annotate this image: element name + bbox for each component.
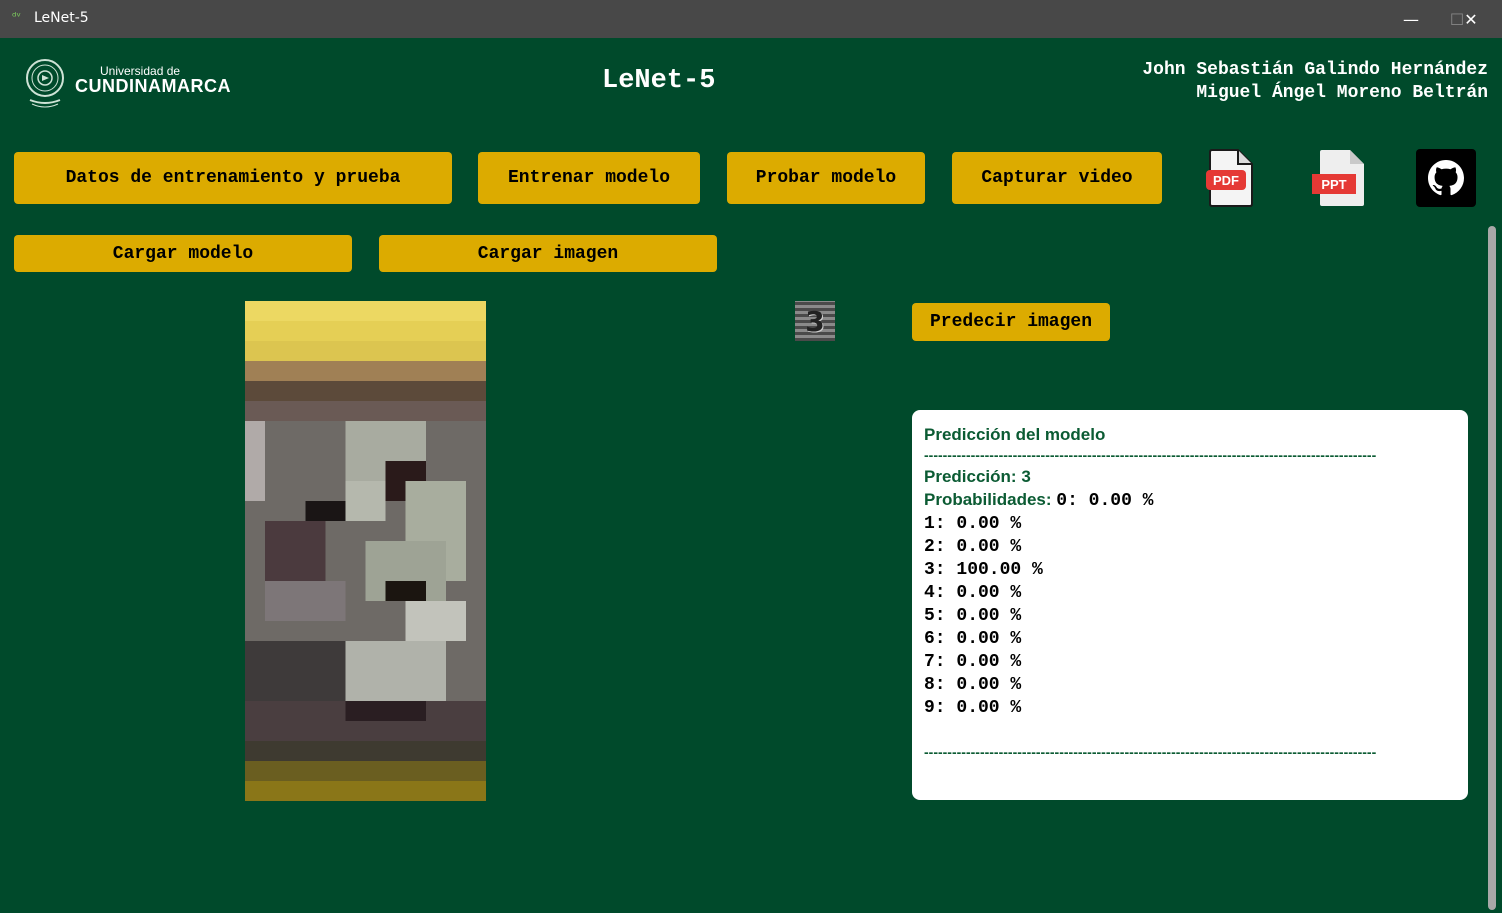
author-2: Miguel Ángel Moreno Beltrán — [1196, 83, 1488, 103]
ppt-icon-text: PPT — [1321, 177, 1346, 192]
close-button[interactable]: ✕ — [1448, 0, 1494, 38]
minimize-button[interactable]: — — [1388, 0, 1434, 38]
vertical-scrollbar[interactable] — [1488, 226, 1496, 910]
author-1: John Sebastián Galindo Hernández — [1142, 60, 1488, 80]
ppt-link[interactable]: PPT — [1310, 148, 1366, 208]
entrenar-modelo-button[interactable]: Entrenar modelo — [478, 152, 700, 204]
github-link[interactable] — [1416, 149, 1476, 207]
probabilities-line: Probabilidades: 0: 0.00 % — [924, 488, 1456, 513]
probabilities-label: Probabilidades: — [924, 490, 1052, 509]
probar-modelo-button[interactable]: Probar modelo — [727, 152, 925, 204]
probability-7: 7: 0.00 % — [924, 652, 1022, 672]
logo-cundinamarca: CUNDINAMARCA — [75, 76, 231, 96]
prediction-line: Predicción: 3 — [924, 465, 1456, 488]
window-titlebar: ᵈᵛ LeNet-5 — ☐ ✕ — [0, 0, 1502, 38]
prediction-panel-title: Predicción del modelo — [924, 425, 1106, 444]
prediction-label: Predicción: — [924, 467, 1017, 486]
probability-1: 1: 0.00 % — [924, 514, 1022, 534]
page-title: LeNet-5 — [602, 66, 716, 96]
authors: John Sebastián Galindo Hernández Miguel … — [1142, 59, 1488, 105]
probability-5: 5: 0.00 % — [924, 606, 1022, 626]
pdf-file-icon: PDF — [1206, 149, 1253, 207]
pdf-link[interactable]: PDF — [1206, 148, 1256, 208]
probability-6: 6: 0.00 % — [924, 629, 1022, 649]
minimize-icon: — — [1403, 9, 1419, 29]
thumbnail-digit: 3 — [805, 304, 825, 338]
university-seal-icon — [26, 59, 64, 108]
probability-9: 9: 0.00 % — [924, 698, 1022, 718]
loaded-image — [245, 301, 486, 801]
prediction-panel: Predicción del modelo ------------------… — [912, 410, 1468, 800]
window-title: LeNet-5 — [34, 10, 89, 26]
ppt-file-icon: PPT — [1312, 150, 1364, 206]
probability-8: 8: 0.00 % — [924, 675, 1022, 695]
cargar-imagen-button[interactable]: Cargar imagen — [379, 235, 717, 272]
pdf-icon-text: PDF — [1213, 173, 1239, 188]
processed-thumbnail: 3 — [795, 301, 835, 341]
github-icon — [1428, 160, 1464, 196]
probability-2: 2: 0.00 % — [924, 537, 1022, 557]
prediction-value: 3 — [1021, 467, 1031, 486]
probability-0: 0: 0.00 % — [1056, 491, 1154, 511]
close-icon: ✕ — [1464, 9, 1478, 29]
cargar-modelo-button[interactable]: Cargar modelo — [14, 235, 352, 272]
probability-4: 4: 0.00 % — [924, 583, 1022, 603]
datos-button[interactable]: Datos de entrenamiento y prueba — [14, 152, 452, 204]
separator-bottom: ----------------------------------------… — [924, 744, 1376, 760]
main-area: Universidad de CUNDINAMARCA LeNet-5 John… — [0, 38, 1502, 913]
separator-top: ----------------------------------------… — [924, 447, 1376, 463]
app-icon: ᵈᵛ — [12, 10, 22, 23]
predecir-imagen-button[interactable]: Predecir imagen — [912, 303, 1110, 341]
university-logo: Universidad de CUNDINAMARCA — [24, 54, 231, 110]
probability-3: 3: 100.00 % — [924, 560, 1043, 580]
capturar-video-button[interactable]: Capturar video — [952, 152, 1162, 204]
